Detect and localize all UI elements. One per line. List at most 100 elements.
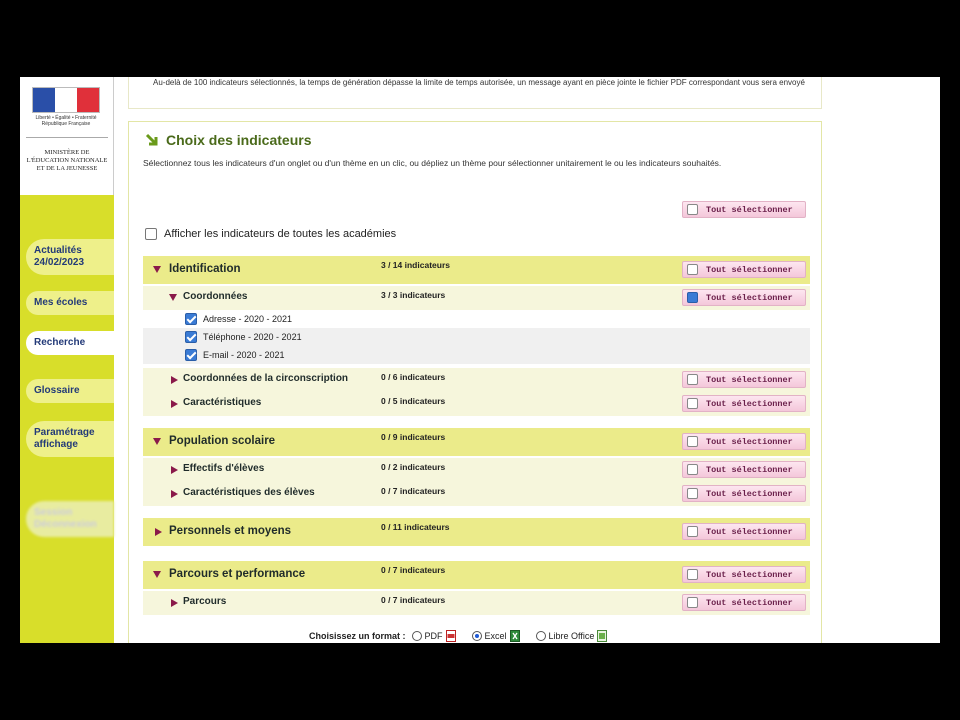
- checkbox[interactable]: [687, 374, 698, 385]
- indicator-count: 0 / 2 indicateurs: [381, 462, 446, 472]
- panel-description: Sélectionnez tous les indicateurs d'un o…: [143, 158, 722, 168]
- subtheme-name: Effectifs d'élèves: [183, 463, 265, 474]
- theme-name: Personnels et moyens: [169, 525, 292, 537]
- all-academies-checkbox[interactable]: [145, 228, 157, 240]
- select-all-coordonnees-button[interactable]: Tout sélectionner: [682, 289, 806, 306]
- checkbox[interactable]: [687, 204, 698, 215]
- button-label: Tout sélectionner: [706, 398, 793, 409]
- option-label: Excel: [484, 631, 507, 641]
- radio-libreoffice[interactable]: [535, 631, 546, 641]
- button-label: Tout sélectionner: [706, 597, 793, 608]
- logo-divider: [26, 137, 108, 138]
- sidebar-item-glossaire[interactable]: Glossaire: [26, 379, 114, 403]
- panel-title-text: Choix des indicateurs: [166, 132, 312, 148]
- caret-right-icon[interactable]: [171, 599, 178, 607]
- caret-down-icon[interactable]: [153, 571, 161, 578]
- all-academies-option[interactable]: Afficher les indicateurs de toutes les a…: [145, 228, 396, 240]
- select-all-identification-button[interactable]: Tout sélectionner: [682, 261, 806, 278]
- sidebar-item-deconnexion[interactable]: Session Déconnexion: [26, 501, 114, 537]
- indicator-row[interactable]: Téléphone - 2020 - 2021: [143, 328, 810, 346]
- button-label: Tout sélectionner: [706, 374, 793, 385]
- caret-right-icon[interactable]: [155, 528, 162, 536]
- format-label: Choisissez un format :: [309, 631, 406, 641]
- caret-down-icon[interactable]: [169, 294, 177, 301]
- indicator-label: Adresse - 2020 - 2021: [203, 314, 293, 324]
- indicator-row[interactable]: E-mail - 2020 - 2021: [143, 346, 810, 364]
- indicator-checkbox[interactable]: [185, 349, 197, 361]
- indicator-checkbox[interactable]: [185, 313, 197, 325]
- indicator-row[interactable]: Adresse - 2020 - 2021: [143, 310, 810, 328]
- select-all-personnels-button[interactable]: Tout sélectionner: [682, 523, 806, 540]
- select-all-global-button[interactable]: Tout sélectionner: [682, 201, 806, 218]
- radio-pdf[interactable]: [411, 631, 422, 641]
- indicator-checkbox[interactable]: [185, 331, 197, 343]
- pdf-file-icon: [445, 630, 456, 642]
- subtheme-name: Caractéristiques: [183, 397, 262, 408]
- indicator-label: E-mail - 2020 - 2021: [203, 350, 285, 360]
- select-all-population-button[interactable]: Tout sélectionner: [682, 433, 806, 450]
- radio-excel[interactable]: [471, 631, 482, 641]
- caret-down-icon[interactable]: [153, 438, 161, 445]
- button-label: Tout sélectionner: [706, 204, 793, 215]
- checkbox[interactable]: [687, 464, 698, 475]
- subtheme-name: Parcours: [183, 596, 227, 607]
- subtheme-name: Coordonnées: [183, 291, 248, 302]
- theme-name: Parcours et performance: [169, 568, 306, 580]
- button-label: Tout sélectionner: [706, 264, 793, 275]
- caret-down-icon[interactable]: [153, 266, 161, 273]
- indicators-panel: Choix des indicateurs Sélectionnez tous …: [128, 121, 822, 643]
- panel-title: Choix des indicateurs: [145, 132, 311, 148]
- checkbox-checked[interactable]: [687, 292, 698, 303]
- checkbox[interactable]: [687, 264, 698, 275]
- indicator-count: 0 / 5 indicateurs: [381, 396, 446, 406]
- button-label: Tout sélectionner: [706, 464, 793, 475]
- button-label: Tout sélectionner: [706, 526, 793, 537]
- indicator-label: Téléphone - 2020 - 2021: [203, 332, 302, 342]
- format-option-excel[interactable]: Excel: [471, 630, 520, 642]
- sidebar: Liberté • Égalité • Fraternité Républiqu…: [20, 77, 114, 643]
- sidebar-item-recherche[interactable]: Recherche: [26, 331, 114, 355]
- format-option-pdf[interactable]: PDF: [411, 630, 456, 642]
- indicator-count: 0 / 9 indicateurs: [381, 432, 446, 442]
- caret-right-icon[interactable]: [171, 490, 178, 498]
- libreoffice-file-icon: [597, 630, 608, 642]
- format-chooser: Choisissez un format : PDF Excel Libre O…: [309, 630, 617, 642]
- sidebar-item-mes-ecoles[interactable]: Mes écoles: [26, 291, 114, 315]
- checkbox[interactable]: [687, 569, 698, 580]
- checkbox[interactable]: [687, 597, 698, 608]
- caret-right-icon[interactable]: [171, 400, 178, 408]
- checkbox[interactable]: [687, 398, 698, 409]
- button-label: Tout sélectionner: [706, 488, 793, 499]
- caret-right-icon[interactable]: [171, 376, 178, 384]
- ministry-logo: Liberté • Égalité • Fraternité Républiqu…: [20, 77, 114, 195]
- checkbox[interactable]: [687, 488, 698, 499]
- button-label: Tout sélectionner: [706, 436, 793, 447]
- option-label: PDF: [424, 631, 443, 641]
- sidebar-item-parametrage[interactable]: Paramétrage affichage: [26, 421, 114, 457]
- app-window: Liberté • Égalité • Fraternité Républiqu…: [20, 77, 940, 643]
- indicator-count: 0 / 11 indicateurs: [381, 522, 450, 532]
- indicator-count: 0 / 6 indicateurs: [381, 372, 446, 382]
- sidebar-item-actualites[interactable]: Actualités 24/02/2023: [26, 239, 114, 275]
- limit-notice: Au-delà de 100 indicateurs sélectionnés,…: [128, 77, 822, 109]
- select-all-parcours-button[interactable]: Tout sélectionner: [682, 594, 806, 611]
- button-label: Tout sélectionner: [706, 292, 793, 303]
- indicator-count: 3 / 14 indicateurs: [381, 260, 450, 270]
- arrow-down-right-icon: [145, 133, 158, 145]
- theme-name: Identification: [169, 263, 241, 275]
- indicator-count: 0 / 7 indicateurs: [381, 595, 446, 605]
- main-content: Au-delà de 100 indicateurs sélectionnés,…: [128, 77, 822, 643]
- indicator-count: 3 / 3 indicateurs: [381, 290, 446, 300]
- caret-right-icon[interactable]: [171, 466, 178, 474]
- select-all-effectifs-button[interactable]: Tout sélectionner: [682, 461, 806, 478]
- checkbox[interactable]: [687, 526, 698, 537]
- ministry-name: MINISTÈRE DE L'ÉDUCATION NATIONALE ET DE…: [26, 149, 108, 172]
- excel-file-icon: [509, 630, 520, 642]
- format-option-libreoffice[interactable]: Libre Office: [535, 630, 608, 642]
- select-all-caracteristiques-button[interactable]: Tout sélectionner: [682, 395, 806, 412]
- subtheme-name: Caractéristiques des élèves: [183, 487, 315, 498]
- checkbox[interactable]: [687, 436, 698, 447]
- select-all-parcours-perf-button[interactable]: Tout sélectionner: [682, 566, 806, 583]
- select-all-carac-eleves-button[interactable]: Tout sélectionner: [682, 485, 806, 502]
- select-all-coord-circ-button[interactable]: Tout sélectionner: [682, 371, 806, 388]
